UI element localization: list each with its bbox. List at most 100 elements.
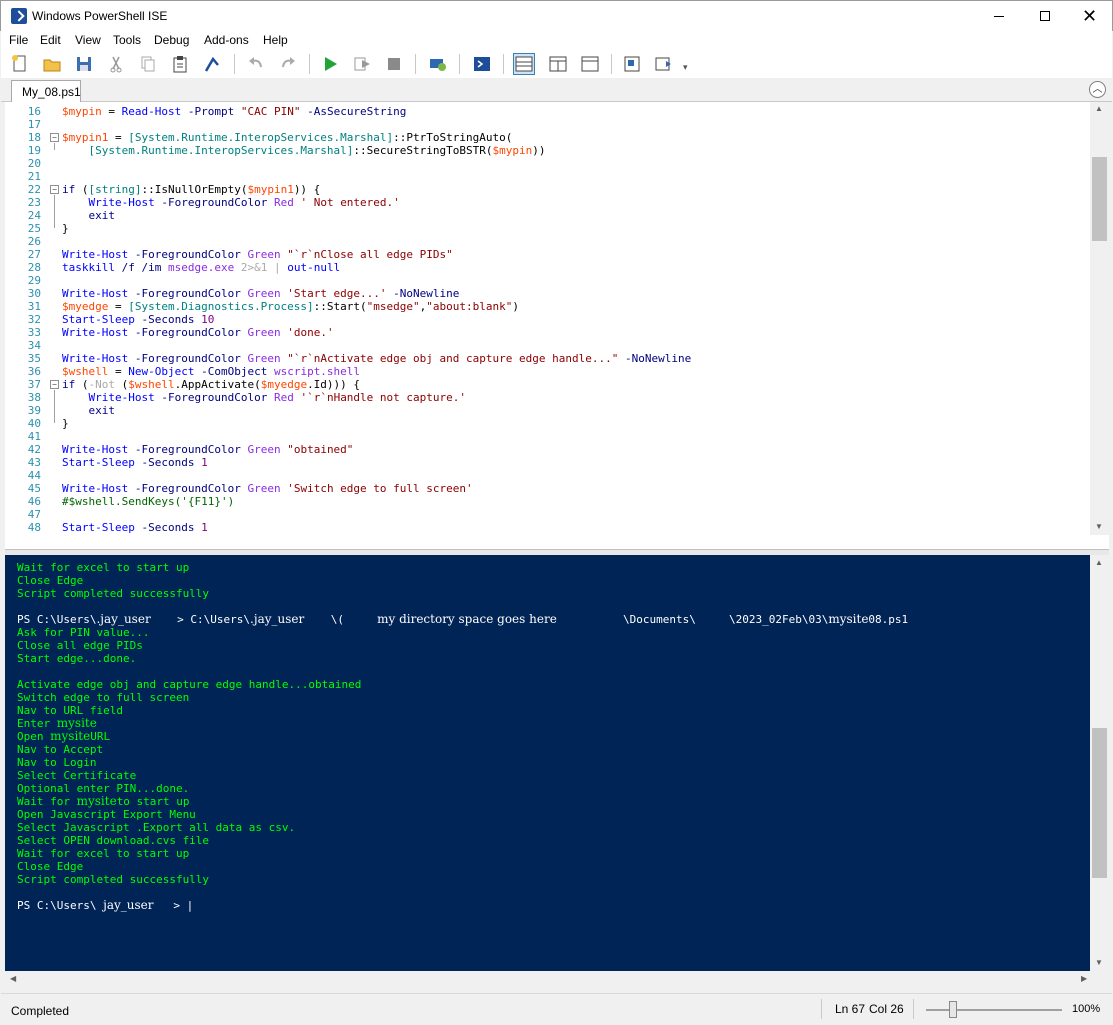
- save-icon[interactable]: [73, 53, 95, 75]
- line-number: 26: [27, 235, 41, 248]
- code-line[interactable]: 47: [5, 508, 1090, 521]
- console-prompt-line: PS C:\Users\.jay_user > C:\Users\.jay_us…: [17, 612, 909, 627]
- code-text: Write-Host -ForegroundColor Green "`r`nA…: [62, 352, 692, 365]
- code-line[interactable]: 29: [5, 274, 1090, 287]
- code-line[interactable]: 35 Write-Host -ForegroundColor Green "`r`…: [5, 352, 1090, 365]
- new-file-icon[interactable]: [9, 53, 31, 75]
- paste-icon[interactable]: [169, 53, 191, 75]
- scroll-left-icon[interactable]: ◀: [10, 974, 16, 983]
- console-output-line: Switch edge to full screen: [17, 691, 190, 704]
- stop-icon[interactable]: [383, 53, 405, 75]
- console-pane[interactable]: Wait for excel to start up Close Edge Scri…: [5, 555, 1090, 971]
- scroll-down-icon[interactable]: ▼: [1095, 958, 1103, 967]
- code-line[interactable]: 25}: [5, 222, 1090, 235]
- clear-console-icon[interactable]: [201, 53, 223, 75]
- console-output-line: Wait for excel to start up: [17, 847, 190, 860]
- script-pane-top-icon[interactable]: [513, 53, 535, 75]
- menu-debug[interactable]: Debug: [154, 33, 189, 47]
- code-line[interactable]: 38 Write-Host -ForegroundColor Red '`r`n…: [5, 391, 1090, 404]
- zoom-slider-thumb[interactable]: [949, 1001, 958, 1018]
- script-pane-maximized-icon[interactable]: [579, 53, 601, 75]
- zoom-slider-track[interactable]: [926, 1009, 1062, 1011]
- code-line[interactable]: 19 [System.Runtime.InteropServices.Marsh…: [5, 144, 1090, 157]
- code-line[interactable]: 45 Write-Host -ForegroundColor Green 'Swi…: [5, 482, 1090, 495]
- code-line[interactable]: 18− $mypin1 = [System.Runtime.InteropServ…: [5, 131, 1090, 144]
- undo-icon[interactable]: [245, 53, 267, 75]
- redo-icon[interactable]: [277, 53, 299, 75]
- code-line[interactable]: 48 Start-Sleep -Seconds 1: [5, 521, 1090, 534]
- scroll-right-icon[interactable]: ▶: [1081, 974, 1087, 983]
- code-line[interactable]: 44: [5, 469, 1090, 482]
- script-pane-right-icon[interactable]: [547, 53, 569, 75]
- code-line[interactable]: 21: [5, 170, 1090, 183]
- code-line[interactable]: 31 $myedge = [System.Diagnostics.Process]…: [5, 300, 1090, 313]
- line-number: 35: [27, 352, 41, 365]
- code-text: }: [62, 417, 69, 430]
- code-line[interactable]: 32 Start-Sleep -Seconds 10: [5, 313, 1090, 326]
- code-text: $wshell = New-Object -ComObject wscript.…: [62, 365, 361, 378]
- run-selection-icon[interactable]: [351, 53, 373, 75]
- code-line[interactable]: 26: [5, 235, 1090, 248]
- new-remote-tab-icon[interactable]: [427, 53, 449, 75]
- close-button[interactable]: ✕: [1068, 1, 1113, 31]
- menu-file[interactable]: File: [9, 33, 28, 47]
- show-command-window-icon[interactable]: [621, 53, 643, 75]
- start-powershell-icon[interactable]: [471, 53, 493, 75]
- code-line[interactable]: 20: [5, 157, 1090, 170]
- code-line[interactable]: 41: [5, 430, 1090, 443]
- line-number: 48: [27, 521, 41, 534]
- code-line[interactable]: 34: [5, 339, 1090, 352]
- script-editor[interactable]: 16 $mypin = Read-Host -Prompt "CAC PIN" -…: [5, 102, 1109, 548]
- code-line[interactable]: 28 taskkill /f /im msedge.exe 2>&1 | out-…: [5, 261, 1090, 274]
- code-line[interactable]: 42 Write-Host -ForegroundColor Green "obt…: [5, 443, 1090, 456]
- cut-icon[interactable]: [105, 53, 127, 75]
- code-line[interactable]: 33 Write-Host -ForegroundColor Green 'don…: [5, 326, 1090, 339]
- fold-toggle-icon[interactable]: −: [50, 380, 59, 389]
- show-command-addon-icon[interactable]: [653, 53, 675, 75]
- menu-edit[interactable]: Edit: [40, 33, 61, 47]
- code-line[interactable]: 39 exit: [5, 404, 1090, 417]
- minimize-button[interactable]: [976, 1, 1022, 31]
- tab-my-08-ps1[interactable]: My_08.ps1: [11, 80, 81, 102]
- console-horizontal-scrollbar[interactable]: ◀ ▶: [5, 971, 1109, 988]
- menu-addons[interactable]: Add-ons: [204, 33, 249, 47]
- code-line[interactable]: 43 Start-Sleep -Seconds 1: [5, 456, 1090, 469]
- console-output-line: Open Javascript Export Menu: [17, 808, 196, 821]
- menu-help[interactable]: Help: [263, 33, 288, 47]
- code-line[interactable]: 27 Write-Host -ForegroundColor Green "`r`…: [5, 248, 1090, 261]
- copy-icon[interactable]: [137, 53, 159, 75]
- toolbar-overflow-icon[interactable]: ▾: [683, 62, 688, 73]
- fold-toggle-icon[interactable]: −: [50, 133, 59, 142]
- fold-guide: [54, 390, 55, 423]
- scroll-down-icon[interactable]: ▼: [1095, 522, 1103, 531]
- line-number: 20: [27, 157, 41, 170]
- code-line[interactable]: 37− if (-Not ($wshell.AppActivate($myedge…: [5, 378, 1090, 391]
- script-tab-strip: My_08.ps1 ︿: [1, 78, 1112, 102]
- code-line[interactable]: 23 Write-Host -ForegroundColor Red ' Not…: [5, 196, 1090, 209]
- code-line[interactable]: 17: [5, 118, 1090, 131]
- line-number: 33: [27, 326, 41, 339]
- code-line[interactable]: 30 Write-Host -ForegroundColor Green 'Sta…: [5, 287, 1090, 300]
- code-text: [System.Runtime.InteropServices.Marshal]…: [88, 144, 546, 157]
- code-line[interactable]: 46 #$wshell.SendKeys('{F11}'): [5, 495, 1090, 508]
- open-folder-icon[interactable]: [41, 53, 63, 75]
- collapse-script-pane-icon[interactable]: ︿: [1089, 81, 1106, 98]
- maximize-button[interactable]: [1022, 1, 1068, 31]
- code-line[interactable]: 40}: [5, 417, 1090, 430]
- run-script-icon[interactable]: [319, 53, 341, 75]
- code-text: exit: [88, 209, 116, 222]
- menu-view[interactable]: View: [75, 33, 101, 47]
- code-line[interactable]: 24 exit: [5, 209, 1090, 222]
- scroll-up-icon[interactable]: ▲: [1095, 104, 1103, 113]
- code-line[interactable]: 22− if ([string]::IsNullOrEmpty($mypin1))…: [5, 183, 1090, 196]
- editor-horizontal-scrollbar[interactable]: [5, 535, 1109, 549]
- fold-toggle-icon[interactable]: −: [50, 185, 59, 194]
- editor-scroll-thumb[interactable]: [1092, 157, 1107, 241]
- code-line[interactable]: 16 $mypin = Read-Host -Prompt "CAC PIN" -…: [5, 105, 1090, 118]
- scroll-up-icon[interactable]: ▲: [1095, 558, 1103, 567]
- menu-tools[interactable]: Tools: [113, 33, 141, 47]
- console-scroll-thumb[interactable]: [1092, 728, 1107, 878]
- line-number: 19: [27, 144, 41, 157]
- code-line[interactable]: 36 $wshell = New-Object -ComObject wscrip…: [5, 365, 1090, 378]
- title-bar: Windows PowerShell ISE ✕: [0, 0, 1113, 31]
